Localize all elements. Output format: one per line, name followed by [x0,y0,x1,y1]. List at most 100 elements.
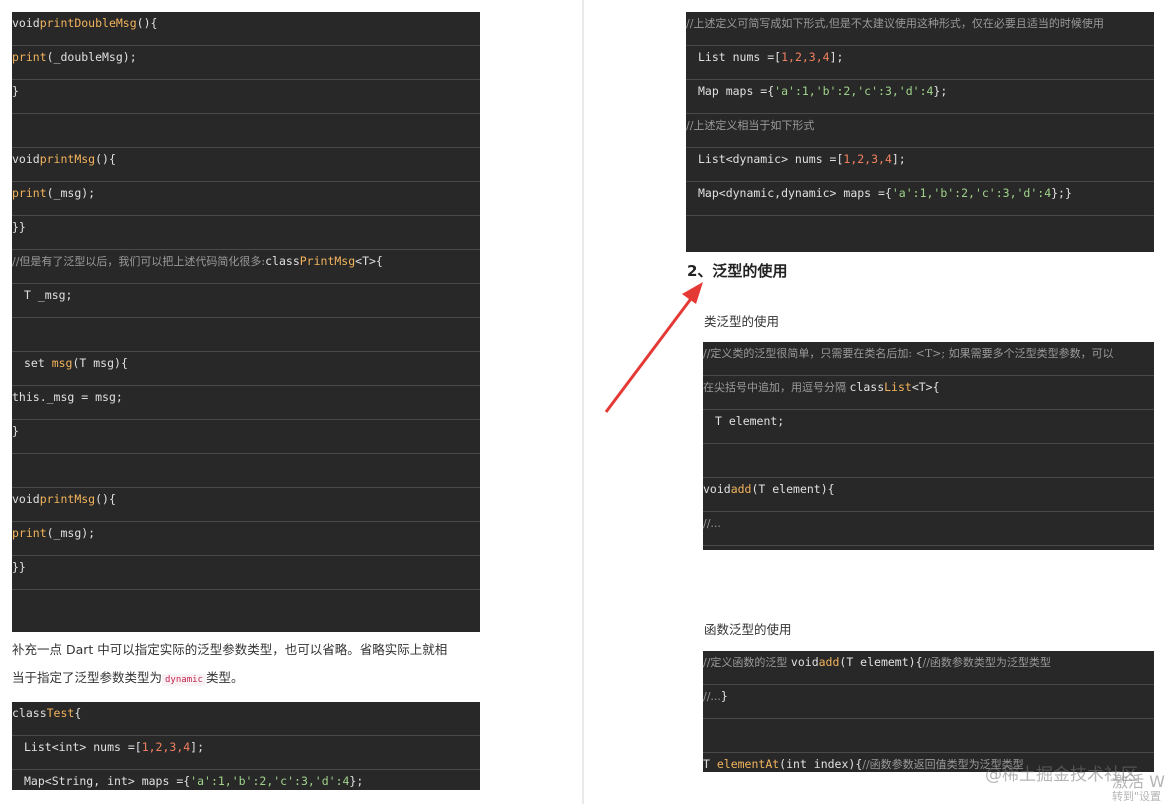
code-block-left-2: classTest{List<int> nums =[1,2,3,4]; Map<… [12,702,480,790]
code-line [12,114,480,148]
code-text: } [720,689,728,703]
code-class-name: List [884,380,912,394]
code-text: (){ [95,152,116,166]
code-line: //定义函数的泛型 voidadd(T elememt){//函数参数类型为泛型… [703,651,1154,685]
code-function: add [818,655,840,669]
code-keyword: void [790,655,819,669]
code-text: Map<String, int> maps ={ [24,774,191,788]
watermark-settings: 转到"设置 [1112,790,1162,803]
code-function: printMsg [39,152,96,166]
code-comment: //函数参数类型为泛型类型 [922,656,1051,669]
code-text: }; [349,774,364,788]
code-line: voidprintMsg(){ [12,488,480,522]
code-text: List nums =[ [698,50,782,64]
code-text: (_msg); [46,186,96,200]
code-line: T _msg; [12,284,480,318]
code-block-right-1: //上述定义可简写成如下形式,但是不太建议使用这种形式，仅在必要且适当的时候使用… [686,12,1154,252]
code-line: //上述定义相当于如下形式 [686,114,1154,148]
page-divider [582,0,584,804]
code-line [12,318,480,352]
code-line: //...} [703,685,1154,719]
code-line: voidprintDoubleMsg(){ [12,12,480,46]
code-line: set msg(T msg){ [12,352,480,386]
code-function: print [12,526,47,540]
code-line: print(_msg); [12,182,480,216]
code-function: print [12,186,47,200]
code-string: 'a':1,'b':2,'c':3,'d':4 [774,84,934,98]
code-text: (T msg){ [72,356,128,370]
code-line: this._msg = msg; [12,386,480,420]
code-line: List<int> nums =[1,2,3,4]; [12,736,480,770]
code-line: } [12,420,480,454]
code-comment: 在尖括号中追加，用逗号分隔 [703,381,850,394]
code-line: //定义类的泛型很简单，只需要在类名后加: <T>; 如果需要多个泛型类型参数，… [703,342,1154,376]
code-keyword: void [12,492,40,506]
code-line: }} [12,556,480,590]
code-keyword: this [12,390,40,404]
code-line: //上述定义可简写成如下形式,但是不太建议使用这种形式，仅在必要且适当的时候使用 [686,12,1154,46]
code-text: T [703,757,717,771]
code-comment: //但是有了泛型以后，我们可以把上述代码简化很多: [12,255,266,268]
code-text: }; [933,84,948,98]
code-text: (_doubleMsg); [46,50,137,64]
code-line: //... [703,512,1154,546]
code-keyword: void [703,482,731,496]
code-line: T element; [703,410,1154,444]
code-line: voidprintMsg(){ [12,148,480,182]
code-number: 1,2,3,4 [781,50,830,64]
code-line: List<dynamic> nums =[1,2,3,4]; [686,148,1154,182]
code-block-right-3: //定义函数的泛型 voidadd(T elememt){//函数参数类型为泛型… [703,651,1154,772]
code-line: Map<String, int> maps ={'a':1,'b':2,'c':… [12,770,480,790]
code-line: }} [12,216,480,250]
code-text: <T>{ [355,254,383,268]
para-line-2: 当于指定了泛型参数类型为 dynamic 类型。 [12,664,482,694]
code-text: (){ [95,492,116,506]
code-function: print [12,50,47,64]
code-text: (_msg); [46,526,96,540]
code-line: print(_msg); [12,522,480,556]
code-line: //但是有了泛型以后，我们可以把上述代码简化很多:classPrintMsg<T… [12,250,480,284]
code-text: T _msg; [24,288,73,302]
code-line: voidadd(T element){ [703,478,1154,512]
code-line [703,444,1154,478]
code-text: ._msg = msg; [39,390,123,404]
code-text: (T elememt){ [839,655,923,669]
code-text: { [74,706,82,720]
inline-code-dynamic: dynamic [162,674,206,686]
subheading-class-generic: 类泛型的使用 [704,314,780,329]
code-text: T element; [715,414,785,428]
code-function: msg [51,356,73,370]
code-text: ]; [891,152,906,166]
code-comment: //... [703,690,721,703]
code-keyword: set [24,356,52,370]
code-string: 'a':1,'b':2,'c':3,'d':4 [190,774,350,788]
code-number: 1,2,3,4 [843,152,892,166]
code-function: elementAt [716,757,780,771]
code-block-right-2: //定义类的泛型很简单，只需要在类名后加: <T>; 如果需要多个泛型类型参数，… [703,342,1154,550]
code-line: }} [703,546,1154,550]
code-class-name: Test [46,706,75,720]
code-text: }} [12,560,26,574]
red-arrow-annotation [604,282,703,413]
code-text: };} [1051,186,1072,200]
code-line [703,719,1154,753]
para-line-2-a: 当于指定了泛型参数类型为 [12,670,163,685]
code-text: <T>{ [911,380,940,394]
code-comment: //上述定义可简写成如下形式,但是不太建议使用这种形式，仅在必要且适当的时候使用 [686,17,1104,30]
para-line-1: 补充一点 Dart 中可以指定实际的泛型参数类型，也可以省略。省略实际上就相 [12,642,448,657]
code-comment: //... [703,517,721,530]
para-line-2-b: 类型。 [205,670,244,685]
code-text: (){ [136,16,158,30]
code-keyword: void [12,152,40,166]
code-function: printMsg [39,492,96,506]
code-line: Map maps ={'a':1,'b':2,'c':3,'d':4}; [686,80,1154,114]
code-comment: //上述定义相当于如下形式 [686,119,815,132]
code-line: Map<dynamic,dynamic> maps ={'a':1,'b':2,… [686,182,1154,216]
code-keyword: void [12,16,40,30]
code-line: classTest{ [12,702,480,736]
code-text: ]; [829,50,844,64]
code-keyword: class [12,706,47,720]
code-number: 1,2,3,4 [141,740,191,754]
